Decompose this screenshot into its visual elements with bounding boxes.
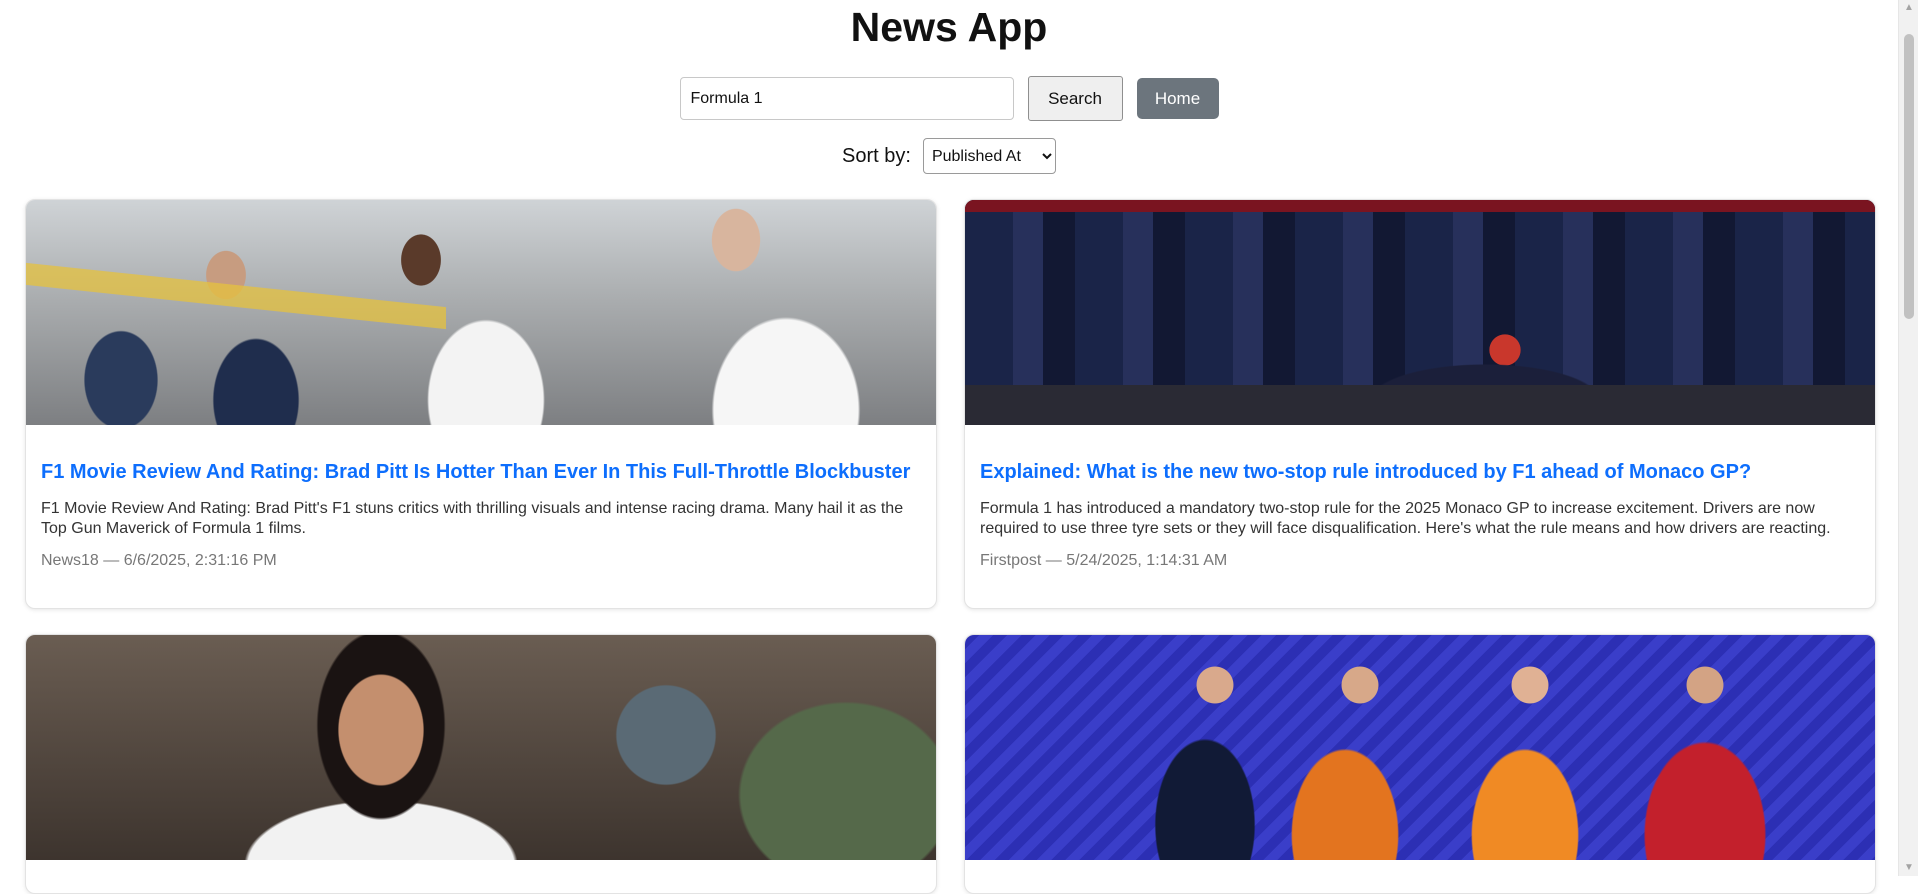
sort-label: Sort by: (842, 144, 911, 167)
article-meta: News18 — 6/6/2025, 2:31:16 PM (41, 552, 277, 569)
article-card: F1 Movie Review And Rating: Brad Pitt Is… (25, 199, 937, 609)
scroll-down-arrow-icon[interactable]: ▼ (1899, 860, 1918, 876)
article-description: Formula 1 has introduced a mandatory two… (980, 500, 1831, 537)
scrollbar-thumb[interactable] (1904, 34, 1914, 319)
page-scrollbar[interactable]: ▲ ▼ (1898, 0, 1918, 876)
article-title-link[interactable]: Explained: What is the new two-stop rule… (980, 459, 1860, 485)
search-input[interactable] (679, 77, 1014, 120)
article-image (26, 200, 936, 425)
article-image (26, 635, 936, 860)
scroll-up-arrow-icon[interactable]: ▲ (1899, 0, 1918, 16)
article-title-link[interactable]: F1 Movie Review And Rating: Brad Pitt Is… (41, 459, 921, 485)
sort-select[interactable]: Published At (922, 138, 1056, 174)
article-image (965, 635, 1875, 860)
home-button[interactable]: Home (1136, 78, 1219, 119)
article-meta: Firstpost — 5/24/2025, 1:14:31 AM (980, 552, 1228, 569)
article-image (965, 200, 1875, 425)
article-description: F1 Movie Review And Rating: Brad Pitt's … (41, 500, 904, 537)
sort-controls: Sort by: Published At (0, 138, 1898, 174)
article-card (25, 634, 937, 894)
news-page: News App Search Home Sort by: Published … (0, 0, 1898, 894)
article-card (964, 634, 1876, 894)
search-bar: Search Home (0, 76, 1898, 121)
article-card: Explained: What is the new two-stop rule… (964, 199, 1876, 609)
page-title: News App (850, 4, 1048, 50)
search-button[interactable]: Search (1027, 76, 1123, 121)
